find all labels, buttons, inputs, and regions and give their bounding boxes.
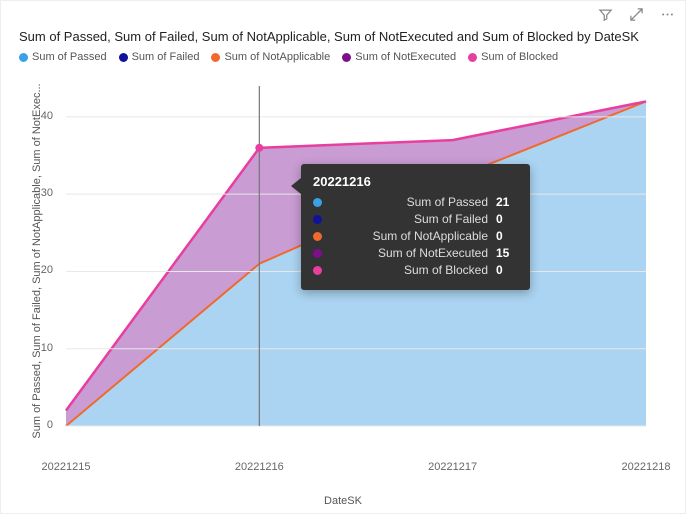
filter-icon[interactable] xyxy=(598,7,613,25)
tooltip: 20221216 Sum of Passed 21 Sum of Failed … xyxy=(301,164,530,290)
legend-swatch xyxy=(468,53,477,62)
tooltip-swatch xyxy=(313,266,322,275)
chart-title: Sum of Passed, Sum of Failed, Sum of Not… xyxy=(19,29,667,44)
legend-swatch xyxy=(342,53,351,62)
tooltip-label: Sum of Failed xyxy=(330,212,488,226)
chart-visual: Sum of Passed, Sum of Failed, Sum of Not… xyxy=(0,0,686,514)
tooltip-row: Sum of NotApplicable 0 xyxy=(313,229,518,243)
chart-legend: Sum of Passed Sum of Failed Sum of NotAp… xyxy=(19,51,667,63)
legend-label: Sum of NotExecuted xyxy=(355,51,456,63)
legend-label: Sum of Blocked xyxy=(481,51,558,63)
more-options-icon[interactable] xyxy=(660,7,675,25)
y-tick-label: 30 xyxy=(35,187,53,199)
legend-swatch xyxy=(19,53,28,62)
tooltip-value: 15 xyxy=(496,246,518,260)
tooltip-label: Sum of NotExecuted xyxy=(330,246,488,260)
hover-point xyxy=(255,144,263,152)
legend-label: Sum of NotApplicable xyxy=(224,51,330,63)
legend-item[interactable]: Sum of Blocked xyxy=(468,51,558,63)
x-tick-label: 20221216 xyxy=(229,461,289,473)
tooltip-swatch xyxy=(313,215,322,224)
x-tick-label: 20221217 xyxy=(423,461,483,473)
visual-actions xyxy=(598,7,675,25)
x-tick-label: 20221218 xyxy=(616,461,676,473)
y-tick-label: 20 xyxy=(35,264,53,276)
x-tick-label: 20221215 xyxy=(36,461,96,473)
y-tick-label: 40 xyxy=(35,110,53,122)
tooltip-row: Sum of NotExecuted 15 xyxy=(313,246,518,260)
tooltip-label: Sum of Blocked xyxy=(330,263,488,277)
tooltip-value: 0 xyxy=(496,229,518,243)
legend-item[interactable]: Sum of NotApplicable xyxy=(211,51,330,63)
tooltip-row: Sum of Blocked 0 xyxy=(313,263,518,277)
tooltip-row: Sum of Failed 0 xyxy=(313,212,518,226)
y-tick-label: 0 xyxy=(35,419,53,431)
focus-mode-icon[interactable] xyxy=(629,7,644,25)
tooltip-value: 0 xyxy=(496,212,518,226)
tooltip-swatch xyxy=(313,249,322,258)
legend-swatch xyxy=(211,53,220,62)
legend-item[interactable]: Sum of Passed xyxy=(19,51,107,63)
tooltip-label: Sum of NotApplicable xyxy=(330,229,488,243)
y-tick-label: 10 xyxy=(35,342,53,354)
legend-label: Sum of Passed xyxy=(32,51,107,63)
tooltip-arrow xyxy=(291,178,301,194)
tooltip-swatch xyxy=(313,198,322,207)
legend-swatch xyxy=(119,53,128,62)
tooltip-swatch xyxy=(313,232,322,241)
x-axis-label: DateSK xyxy=(1,495,685,507)
legend-label: Sum of Failed xyxy=(132,51,200,63)
legend-item[interactable]: Sum of NotExecuted xyxy=(342,51,456,63)
tooltip-row: Sum of Passed 21 xyxy=(313,195,518,209)
legend-item[interactable]: Sum of Failed xyxy=(119,51,200,63)
tooltip-label: Sum of Passed xyxy=(330,195,488,209)
tooltip-value: 21 xyxy=(496,195,518,209)
y-axis-label: Sum of Passed, Sum of Failed, Sum of Not… xyxy=(31,81,43,441)
tooltip-title: 20221216 xyxy=(313,174,518,189)
tooltip-value: 0 xyxy=(496,263,518,277)
